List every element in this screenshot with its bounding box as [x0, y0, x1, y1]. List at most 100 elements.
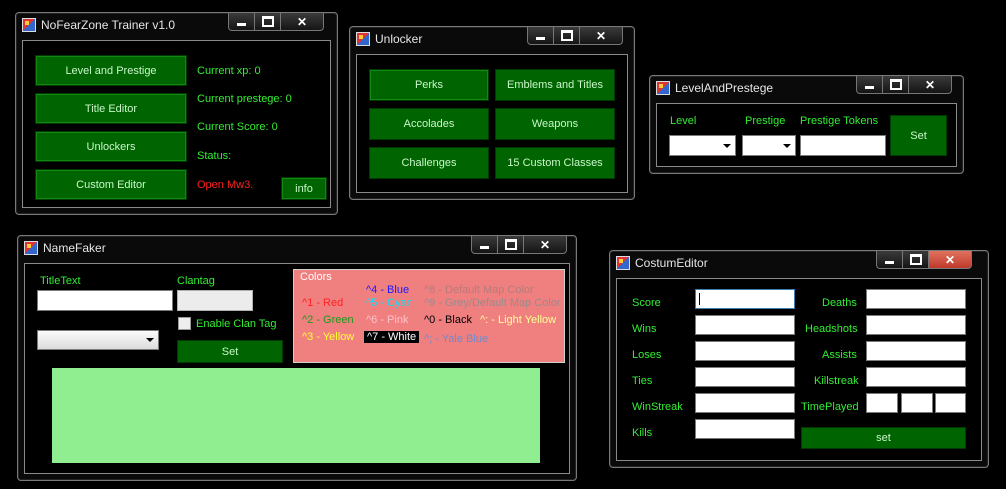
maximize-icon	[889, 79, 902, 90]
close-icon: ✕	[944, 252, 956, 267]
maximize-icon	[504, 239, 517, 250]
level-prestige-titlebar[interactable]: LevelAndPrestege ✕	[650, 76, 963, 100]
prestige-tokens-input[interactable]	[800, 135, 886, 156]
unlocker-client: Perks Emblems and Titles Accolades Weapo…	[356, 54, 628, 193]
set-button[interactable]: set	[801, 427, 966, 449]
title-editor-button[interactable]: Title Editor	[35, 93, 187, 124]
unlocker-titlebar[interactable]: Unlocker ✕	[350, 27, 634, 51]
window-title: LevelAndPrestege	[675, 81, 774, 95]
costum-editor-titlebar[interactable]: CostumEditor ✕	[610, 251, 988, 275]
challenges-button[interactable]: Challenges	[369, 147, 489, 179]
chevron-down-icon	[783, 143, 791, 148]
minimize-icon	[237, 23, 246, 26]
window-title: Unlocker	[375, 32, 423, 46]
trainer-client: Level and Prestige Title Editor Unlocker…	[22, 40, 331, 208]
timeplayed-days-input[interactable]	[866, 393, 898, 413]
chevron-down-icon	[723, 143, 731, 148]
prestige-label: Prestige	[745, 115, 786, 127]
clantag-input[interactable]	[177, 290, 253, 311]
minimize-button[interactable]	[471, 236, 498, 254]
unlockers-button[interactable]: Unlockers	[35, 131, 187, 162]
kills-input[interactable]	[695, 419, 795, 439]
color-code-default-map: ^8 - Default Map Color	[424, 284, 534, 296]
window-title: NameFaker	[43, 241, 106, 255]
close-button[interactable]: ✕	[908, 76, 952, 94]
app-icon	[356, 32, 370, 46]
chevron-down-icon	[146, 338, 154, 342]
assists-label: Assists	[822, 349, 857, 361]
titletext-label: TitleText	[40, 275, 81, 287]
app-icon	[22, 18, 36, 32]
maximize-button[interactable]	[882, 76, 909, 94]
trainer-titlebar[interactable]: NoFearZone Trainer v1.0 ✕	[16, 13, 337, 37]
color-code-green: ^2 - Green	[302, 314, 354, 326]
weapons-button[interactable]: Weapons	[495, 108, 615, 140]
color-code-pink: ^6 - Pink	[366, 314, 409, 326]
maximize-button[interactable]	[254, 13, 281, 31]
enable-clan-tag-checkbox[interactable]	[178, 317, 191, 330]
prestige-select[interactable]	[742, 135, 796, 156]
minimize-button[interactable]	[228, 13, 255, 31]
current-xp-label: Current xp: 0	[197, 65, 261, 77]
level-and-prestige-button[interactable]: Level and Prestige	[35, 55, 187, 86]
winstreak-label: WinStreak	[632, 401, 683, 413]
close-button[interactable]: ✕	[579, 27, 623, 45]
close-button[interactable]: ✕	[280, 13, 324, 31]
current-prestige-label: Current prestege: 0	[197, 93, 292, 105]
close-icon: ✕	[539, 237, 551, 252]
emblems-and-titles-button[interactable]: Emblems and Titles	[495, 69, 615, 101]
custom-editor-button[interactable]: Custom Editor	[35, 169, 187, 200]
namefaker-window: NameFaker ✕ TitleText Clantag Enable Cla…	[17, 235, 577, 481]
color-code-yellow: ^3 - Yellow	[302, 331, 355, 343]
colors-panel: Colors ^1 - Red ^2 - Green ^3 - Yellow ^…	[293, 269, 565, 363]
current-score-label: Current Score: 0	[197, 121, 278, 133]
accolades-button[interactable]: Accolades	[369, 108, 489, 140]
maximize-icon	[560, 30, 573, 41]
maximize-button[interactable]	[497, 236, 524, 254]
loses-input[interactable]	[695, 341, 795, 361]
winstreak-input[interactable]	[695, 393, 795, 413]
close-icon: ✕	[296, 14, 308, 29]
titletext-input[interactable]	[37, 290, 173, 311]
score-input[interactable]	[695, 289, 795, 309]
headshots-input[interactable]	[866, 315, 966, 335]
close-button[interactable]: ✕	[928, 251, 972, 269]
perks-button[interactable]: Perks	[369, 69, 489, 101]
set-button[interactable]: Set	[177, 340, 283, 363]
info-button[interactable]: info	[281, 177, 327, 200]
minimize-button[interactable]	[527, 27, 554, 45]
status-value: Open Mw3.	[197, 179, 254, 191]
ties-input[interactable]	[695, 367, 795, 387]
maximize-icon	[261, 16, 274, 27]
timeplayed-minutes-input[interactable]	[935, 393, 966, 413]
killstreak-input[interactable]	[866, 367, 966, 387]
close-button[interactable]: ✕	[523, 236, 567, 254]
level-select[interactable]	[669, 135, 736, 156]
color-code-white: ^7 - White	[364, 331, 420, 343]
clantag-label: Clantag	[177, 275, 215, 287]
wins-input[interactable]	[695, 315, 795, 335]
minimize-button[interactable]	[856, 76, 883, 94]
maximize-button[interactable]	[902, 251, 929, 269]
custom-classes-button[interactable]: 15 Custom Classes	[495, 147, 615, 179]
loses-label: Loses	[632, 349, 662, 361]
level-prestige-client: Level Prestige Prestige Tokens Set	[656, 103, 957, 167]
close-icon: ✕	[595, 28, 607, 43]
enable-clan-tag-label: Enable Clan Tag	[196, 318, 277, 330]
color-code-blue: ^4 - Blue	[366, 284, 410, 296]
maximize-button[interactable]	[553, 27, 580, 45]
color-select[interactable]	[37, 330, 159, 350]
deaths-input[interactable]	[866, 289, 966, 309]
window-title: CostumEditor	[635, 256, 708, 270]
text-cursor	[699, 293, 700, 305]
output-panel	[52, 368, 540, 463]
costum-editor-client: Score Wins Loses Ties WinStreak Kills De…	[616, 278, 982, 461]
unlocker-window: Unlocker ✕ Perks Emblems and Titles Acco…	[349, 26, 635, 200]
set-button[interactable]: Set	[890, 115, 947, 156]
headshots-label: Headshots	[805, 323, 858, 335]
namefaker-titlebar[interactable]: NameFaker ✕	[18, 236, 576, 260]
timeplayed-hours-input[interactable]	[901, 393, 933, 413]
color-code-black: ^0 - Black	[424, 314, 472, 326]
assists-input[interactable]	[866, 341, 966, 361]
minimize-button[interactable]	[876, 251, 903, 269]
